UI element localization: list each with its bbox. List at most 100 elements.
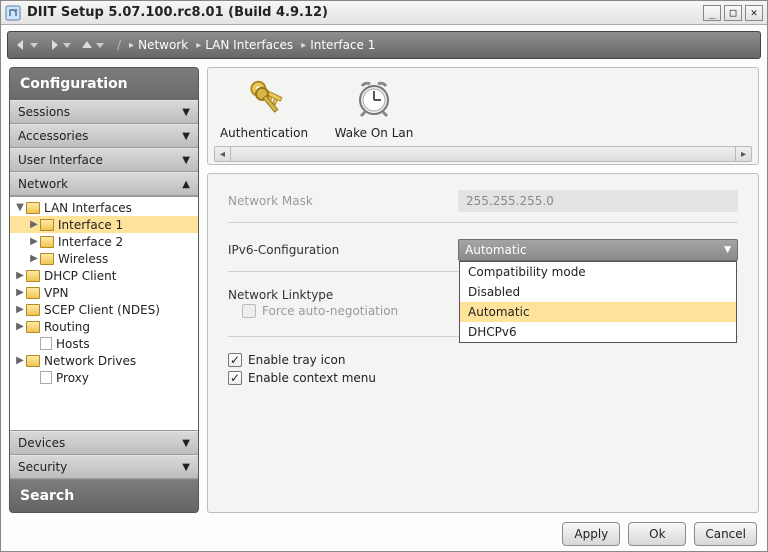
minimize-button[interactable]: _ (703, 5, 721, 21)
force-autoneg-label: Force auto-negotiation (262, 304, 398, 318)
tree-label: VPN (44, 286, 68, 300)
tree-expander-icon[interactable]: ▼ (14, 202, 26, 213)
footer: Apply Ok Cancel (1, 517, 767, 551)
tray-icon-label: Enable tray icon (248, 353, 345, 367)
sidebar: Configuration Sessions▼ Accessories▼ Use… (9, 67, 199, 513)
cat-wake-on-lan[interactable]: Wake On Lan (328, 74, 420, 140)
ipv6-opt-disabled[interactable]: Disabled (460, 282, 736, 302)
cat-label: Wake On Lan (335, 126, 414, 140)
close-button[interactable]: ✕ (745, 5, 763, 21)
ipv6-dropdown: Compatibility mode Disabled Automatic DH… (459, 261, 737, 343)
tree-expander-icon[interactable]: ▶ (14, 287, 26, 298)
ipv6-combo[interactable]: Automatic ▼ Compatibility mode Disabled … (458, 239, 738, 261)
ipv6-opt-dhcpv6[interactable]: DHCPv6 (460, 322, 736, 342)
ipv6-selected-value: Automatic (465, 243, 527, 257)
scroll-left-button[interactable]: ◂ (215, 147, 231, 161)
tree-proxy[interactable]: Proxy (10, 369, 198, 386)
force-autoneg-checkbox (242, 304, 256, 318)
tree-label: Network Drives (44, 354, 136, 368)
sidebar-cat-label: Devices (18, 436, 65, 450)
tree-lan-interfaces[interactable]: ▼LAN Interfaces (10, 199, 198, 216)
sidebar-cat-network[interactable]: Network ▲ (10, 172, 198, 196)
row-network-mask: Network Mask 255.255.255.0 (228, 190, 738, 212)
tree-routing[interactable]: ▶Routing (10, 318, 198, 335)
nav-up-button[interactable] (80, 38, 94, 52)
sidebar-cat-security[interactable]: Security▼ (10, 455, 198, 479)
tree-expander-icon[interactable]: ▶ (14, 355, 26, 366)
breadcrumb-network[interactable]: Network (138, 38, 188, 52)
chevron-right-icon: ▸ (129, 40, 134, 51)
row-ipv6-config: IPv6-Configuration Automatic ▼ Compatibi… (228, 239, 738, 261)
sidebar-cat-label: Sessions (18, 105, 70, 119)
apply-button[interactable]: Apply (562, 522, 620, 546)
tree-interface-2[interactable]: ▶ Interface 2 (10, 233, 198, 250)
tree-interface-1[interactable]: ▶ Interface 1 (10, 216, 198, 233)
sidebar-cat-label: Network (18, 177, 68, 191)
file-icon (40, 371, 52, 384)
tree-label: SCEP Client (NDES) (44, 303, 160, 317)
tree-expander-icon[interactable]: ▶ (14, 304, 26, 315)
netmask-value: 255.255.255.0 (458, 190, 738, 212)
tree-label: Interface 1 (58, 218, 123, 232)
sidebar-cat-sessions[interactable]: Sessions ▼ (10, 100, 198, 124)
tree-label: Proxy (56, 371, 89, 385)
chevron-down-icon: ▼ (182, 438, 190, 449)
ipv6-label: IPv6-Configuration (228, 243, 458, 257)
tray-icon-checkbox[interactable] (228, 353, 242, 367)
folder-icon (26, 270, 40, 282)
breadcrumb-lan[interactable]: LAN Interfaces (205, 38, 293, 52)
tree-label: Interface 2 (58, 235, 123, 249)
nav-back-button[interactable] (14, 38, 28, 52)
tree-vpn[interactable]: ▶ VPN (10, 284, 198, 301)
tree-label: Hosts (56, 337, 90, 351)
tree-expander-icon[interactable]: ▶ (14, 321, 26, 332)
sidebar-cat-accessories[interactable]: Accessories▼ (10, 124, 198, 148)
tree-dhcp-client[interactable]: ▶ DHCP Client (10, 267, 198, 284)
category-scrollbar[interactable]: ◂ ▸ (214, 146, 752, 162)
row-context-menu: Enable context menu (228, 371, 738, 385)
tree-label: Wireless (58, 252, 108, 266)
sidebar-cat-devices[interactable]: Devices ▼ (10, 431, 198, 455)
ipv6-opt-automatic[interactable]: Automatic (460, 302, 736, 322)
tree-expander-icon[interactable]: ▶ (14, 270, 26, 281)
tree-expander-icon[interactable]: ▶ (28, 219, 40, 230)
chevron-down-icon: ▼ (182, 155, 190, 166)
divider (228, 222, 738, 223)
row-tray-icon: Enable tray icon (228, 353, 738, 367)
ipv6-opt-compat[interactable]: Compatibility mode (460, 262, 736, 282)
chevron-down-icon: ▼ (182, 107, 190, 118)
sidebar-tree[interactable]: ▼LAN Interfaces ▶ Interface 1 ▶ Interface … (10, 196, 198, 431)
alarm-clock-icon (350, 74, 398, 122)
cat-label: Authentication (220, 126, 308, 140)
scroll-right-button[interactable]: ▸ (735, 147, 751, 161)
folder-icon (26, 321, 40, 333)
main-area: Configuration Sessions▼ Accessories▼ Use… (1, 59, 767, 517)
ok-button[interactable]: Ok (628, 522, 686, 546)
nav-back-history[interactable] (29, 40, 39, 50)
tree-wireless[interactable]: ▶ Wireless (10, 250, 198, 267)
tree-expander-icon[interactable]: ▶ (28, 236, 40, 247)
tree-network-drives[interactable]: ▶ Network Drives (10, 352, 198, 369)
chevron-up-icon: ▲ (182, 179, 190, 190)
sidebar-cat-label: User Interface (18, 153, 103, 167)
breadcrumb-if1[interactable]: Interface 1 (310, 38, 375, 52)
folder-icon (26, 287, 40, 299)
context-menu-checkbox[interactable] (228, 371, 242, 385)
tree-label: DHCP Client (44, 269, 116, 283)
tree-scep[interactable]: ▶ SCEP Client (NDES) (10, 301, 198, 318)
sidebar-search-heading[interactable]: Search (10, 479, 198, 512)
nav-up-history[interactable] (95, 40, 105, 50)
category-toolbar: Authentication Wake On Lan ◂ ▸ (207, 67, 759, 165)
nav-forward-button[interactable] (47, 38, 61, 52)
app-icon (5, 5, 21, 21)
tree-expander-icon[interactable]: ▶ (28, 253, 40, 264)
cat-authentication[interactable]: Authentication (218, 74, 310, 140)
app-window: DIIT Setup 5.07.100.rc8.01 (Build 4.9.12… (0, 0, 768, 552)
folder-icon (40, 253, 54, 265)
cancel-button[interactable]: Cancel (694, 522, 757, 546)
titlebar: DIIT Setup 5.07.100.rc8.01 (Build 4.9.12… (1, 1, 767, 25)
sidebar-cat-ui[interactable]: User Interface ▼ (10, 148, 198, 172)
nav-forward-history[interactable] (62, 40, 72, 50)
tree-hosts[interactable]: Hosts (10, 335, 198, 352)
maximize-button[interactable]: □ (724, 5, 742, 21)
